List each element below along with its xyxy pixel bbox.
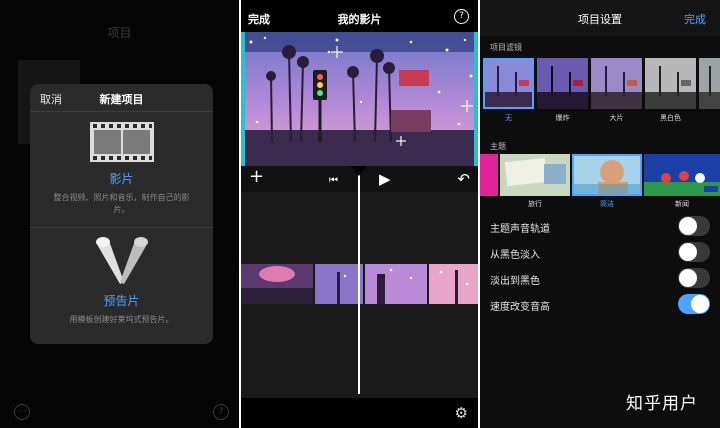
help-icon[interactable]: ? xyxy=(213,404,229,420)
theme-label: 新闻 xyxy=(675,200,689,208)
new-project-screen: 项目 取消 新建项目 影片 整合视频、照片和音乐，制作自己的影片。 预告片 用模… xyxy=(0,0,239,428)
filter-explosion[interactable]: 爆炸 xyxy=(537,58,588,123)
settings-header: 项目设置 完成 xyxy=(480,0,720,36)
theme-simple[interactable] xyxy=(572,154,642,196)
spotlight-icon xyxy=(95,237,148,284)
filter-label: 大片 xyxy=(609,114,624,122)
movie-option[interactable]: 影片 整合视频、照片和音乐，制作自己的影片。 xyxy=(30,120,213,226)
speed-pitch-toggle[interactable] xyxy=(678,294,710,314)
settings-gear-icon[interactable]: ⚙ xyxy=(455,404,468,422)
filter-none[interactable]: 无 xyxy=(483,58,534,123)
toggle-label: 淡出到黑色 xyxy=(490,276,540,287)
filters-section-label: 项目滤镜 xyxy=(490,43,522,52)
sheet-header: 取消 新建项目 xyxy=(30,84,213,112)
done-button[interactable]: 完成 xyxy=(684,11,706,27)
toggle-row-theme-music: 主题声音轨道 xyxy=(480,215,720,239)
theme-thumbnail xyxy=(572,154,642,196)
video-preview[interactable] xyxy=(241,32,478,166)
filter-thumbnail xyxy=(483,58,534,109)
themes-section-label: 主题 xyxy=(490,142,506,151)
toggle-knob xyxy=(691,295,709,313)
theme-thumbnail xyxy=(500,154,570,196)
sheet-title: 新建项目 xyxy=(99,93,144,106)
editor-header: 完成 我的影片 ? xyxy=(241,0,478,32)
movie-description: 整合视频、照片和音乐，制作自己的影片。 xyxy=(53,193,190,214)
add-media-icon[interactable]: + xyxy=(249,168,264,186)
filter-thumbnail xyxy=(591,58,642,109)
filter-thumbnail xyxy=(699,58,720,109)
filter-row: 无 爆炸 大片 黑白色 xyxy=(480,58,720,126)
theme-row: 旅行 简洁 新闻 xyxy=(480,154,720,210)
editor-footer: ⚙ xyxy=(241,398,478,428)
movie-label: 影片 xyxy=(109,172,134,186)
preview-image xyxy=(241,32,478,166)
filter-black-white[interactable]: 黑白色 xyxy=(645,58,696,123)
theme-previous[interactable] xyxy=(480,154,498,196)
trailer-label: 预告片 xyxy=(103,294,140,308)
toggle-row-speed-pitch: 速度改变音高 xyxy=(480,293,720,317)
playhead[interactable] xyxy=(358,166,360,394)
filter-blockbuster[interactable]: 大片 xyxy=(591,58,642,123)
theme-music-toggle[interactable] xyxy=(678,216,710,236)
play-icon[interactable]: ▶ xyxy=(379,170,391,188)
projects-title: 项目 xyxy=(107,26,132,40)
toggle-label: 主题声音轨道 xyxy=(490,224,550,235)
filter-label: 无 xyxy=(505,114,512,122)
film-strip-icon xyxy=(89,122,154,162)
undo-icon[interactable]: ↶ xyxy=(457,170,470,188)
theme-thumbnail xyxy=(644,154,720,196)
filter-label: 黑白色 xyxy=(660,114,681,122)
toggle-knob xyxy=(679,269,697,287)
editor-screen: 完成 我的影片 ? + ⏮ ▶ ↶ ⚙ xyxy=(241,0,478,428)
theme-travel[interactable] xyxy=(500,154,570,196)
toggle-label: 从黑色淡入 xyxy=(490,250,540,261)
toggle-label: 速度改变音高 xyxy=(490,302,550,313)
watermark-text: 知乎用户 xyxy=(626,394,698,414)
theme-label: 旅行 xyxy=(528,200,542,208)
filter-more[interactable] xyxy=(699,58,720,109)
trailer-description: 用模板创建好莱坞式预告片。 xyxy=(69,315,174,324)
more-icon[interactable]: ··· xyxy=(14,404,30,420)
toggle-row-fade-in: 从黑色淡入 xyxy=(480,241,720,265)
filter-label: 爆炸 xyxy=(555,114,570,122)
fade-out-toggle[interactable] xyxy=(678,268,710,288)
skip-to-start-icon[interactable]: ⏮ xyxy=(329,172,338,190)
help-icon[interactable]: ? xyxy=(454,9,469,24)
filter-thumbnail xyxy=(645,58,696,109)
new-project-sheet: 取消 新建项目 影片 整合视频、照片和音乐，制作自己的影片。 预告片 用模板创建… xyxy=(30,84,213,344)
fade-in-toggle[interactable] xyxy=(678,242,710,262)
toggle-knob xyxy=(679,243,697,261)
theme-label: 简洁 xyxy=(600,200,614,208)
editor-title: 我的影片 xyxy=(337,13,382,26)
toggle-knob xyxy=(679,217,697,235)
trailer-option[interactable]: 预告片 用模板创建好莱坞式预告片。 xyxy=(30,236,213,336)
project-settings-screen: 项目设置 完成 项目滤镜 无 爆炸 大片 黑白色 主题 旅行 简洁 新闻 主题声… xyxy=(480,0,720,428)
theme-news[interactable] xyxy=(644,154,720,196)
filter-thumbnail xyxy=(537,58,588,109)
playhead-marker xyxy=(351,166,367,176)
sheet-divider xyxy=(30,227,213,228)
toggle-row-fade-out: 淡出到黑色 xyxy=(480,267,720,291)
